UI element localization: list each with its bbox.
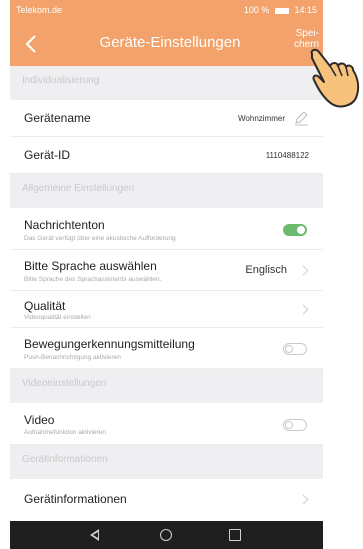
save-label-line1: Spei- bbox=[295, 28, 319, 39]
pencil-icon[interactable] bbox=[293, 110, 309, 126]
row-label: Gerät-ID bbox=[24, 148, 71, 162]
row-geraet-id: Gerät-ID 1110488122 bbox=[10, 137, 323, 174]
row-video: Video Aufnahmefunktion aktivieren bbox=[10, 403, 323, 445]
circle-home-icon[interactable] bbox=[160, 529, 172, 541]
status-right: 100 % 14:15 bbox=[244, 5, 317, 15]
save-button[interactable]: Spei- chern bbox=[281, 28, 319, 50]
section-header-individualisierung: Individualisierung bbox=[10, 66, 323, 100]
row-sprache[interactable]: Bitte Sprache auswählen Bitte Sprache de… bbox=[10, 250, 323, 291]
phone-screen: Telekom.de 100 % 14:15 Geräte-Einstellun… bbox=[10, 0, 323, 549]
row-bewegung: Bewegungerkennungsmitteilung Push-Benach… bbox=[10, 328, 323, 369]
row-sublabel: Aufnahmefunktion aktivieren bbox=[24, 429, 107, 436]
toggle-knob bbox=[285, 421, 293, 429]
row-label: Nachrichtenton bbox=[24, 218, 105, 232]
language-value: Englisch bbox=[245, 264, 287, 276]
carrier-label: Telekom.de bbox=[16, 5, 63, 15]
row-label: Gerätename bbox=[24, 111, 91, 125]
row-sublabel: Das Gerät verfügt über eine akustische A… bbox=[24, 235, 176, 242]
section-header-geraeteinformationen: Gerätinformationen bbox=[10, 445, 323, 479]
square-recent-icon[interactable] bbox=[229, 529, 241, 541]
triangle-back-inner bbox=[93, 532, 98, 538]
row-qualitaet[interactable]: Qualität Videoqualität einstellen bbox=[10, 291, 323, 328]
chevron-right-icon bbox=[298, 494, 309, 505]
toggle-knob bbox=[297, 226, 305, 234]
toggle-knob bbox=[285, 345, 293, 353]
chevron-left-icon[interactable] bbox=[20, 32, 44, 56]
section-label: Individualisierung bbox=[22, 75, 100, 86]
app-header: Geräte-Einstellungen Spei- chern bbox=[10, 22, 323, 66]
row-sublabel: Videoqualität einstellen bbox=[24, 314, 91, 321]
device-name-value: Wohnzimmer bbox=[238, 114, 285, 123]
section-label: Gerätinformationen bbox=[22, 454, 108, 465]
chevron-right-icon bbox=[298, 265, 309, 276]
android-nav-bar bbox=[10, 521, 323, 549]
status-bar: Telekom.de 100 % 14:15 bbox=[10, 0, 323, 22]
row-nachrichtenton: Nachrichtenton Das Gerät verfügt über ei… bbox=[10, 208, 323, 250]
row-geraetename[interactable]: Gerätename Wohnzimmer bbox=[10, 100, 323, 137]
row-label: Bewegungerkennungsmitteilung bbox=[24, 337, 195, 351]
row-sublabel: Push-Benachrichtigung aktivieren bbox=[24, 354, 121, 361]
signal-battery-label: 100 % bbox=[243, 5, 270, 15]
row-geraeteinformationen[interactable]: Gerätinformationen bbox=[10, 479, 323, 521]
section-label: Allgemeine Einstellungen bbox=[22, 183, 135, 194]
section-header-allgemeine: Allgemeine Einstellungen bbox=[10, 174, 323, 208]
video-toggle[interactable] bbox=[283, 419, 307, 431]
time-label: 14:15 bbox=[294, 5, 317, 15]
chevron-right-icon bbox=[298, 304, 309, 315]
row-label: Qualität bbox=[24, 299, 66, 313]
row-label: Video bbox=[24, 413, 55, 427]
section-label: Videoeinstellungen bbox=[22, 378, 107, 389]
row-label: Bitte Sprache auswählen bbox=[24, 259, 157, 273]
pointing-hand-icon bbox=[310, 48, 360, 108]
row-sublabel: Bitte Sprache des Sprachassistents auswä… bbox=[24, 276, 162, 283]
row-label: Gerätinformationen bbox=[24, 492, 127, 506]
nachrichtenton-toggle[interactable] bbox=[283, 224, 307, 236]
page-title: Geräte-Einstellungen bbox=[99, 34, 241, 51]
bewegung-toggle[interactable] bbox=[283, 343, 307, 355]
device-id-value: 1110488122 bbox=[265, 151, 309, 160]
battery-icon bbox=[274, 7, 289, 14]
section-header-video: Videoeinstellungen bbox=[10, 369, 323, 403]
